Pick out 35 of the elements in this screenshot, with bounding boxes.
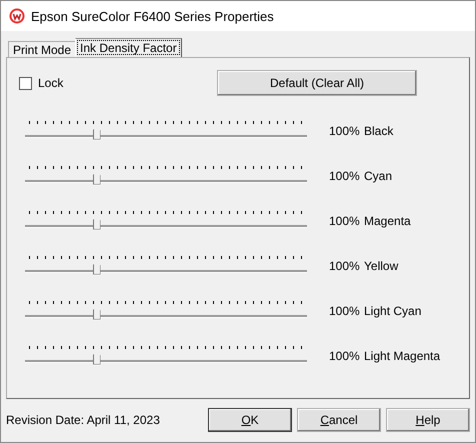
percent-reading: 100% bbox=[329, 168, 361, 182]
slider-thumb[interactable] bbox=[92, 306, 100, 320]
ink-name: Cyan bbox=[364, 168, 392, 182]
slider-thumb[interactable] bbox=[92, 262, 100, 274]
ink-name: Yellow bbox=[364, 258, 398, 272]
slider[interactable] bbox=[25, 298, 309, 322]
dialog-button[interactable]: OK bbox=[208, 408, 292, 432]
default-button[interactable]: Default (Clear All) bbox=[217, 70, 417, 96]
slider[interactable] bbox=[25, 164, 309, 188]
lock-label: Lock bbox=[38, 76, 64, 90]
percent-reading: 100% bbox=[329, 348, 361, 362]
percent-reading: 100% bbox=[329, 304, 361, 318]
percent-reading: 100% bbox=[329, 258, 361, 272]
tab[interactable]: Ink Density Factor bbox=[75, 38, 182, 57]
slider-thumb[interactable] bbox=[92, 352, 100, 364]
slider-thumb[interactable] bbox=[92, 172, 100, 184]
revision-date: Revision Date: April 11, 2023 bbox=[6, 413, 161, 427]
slider[interactable] bbox=[25, 118, 309, 142]
ink-name: Light Magenta bbox=[364, 348, 440, 362]
window-title: Epson SureColor F6400 Series Properties bbox=[31, 8, 274, 24]
slider[interactable] bbox=[25, 344, 309, 368]
ink-name: Magenta bbox=[364, 214, 411, 228]
ink-name: Light Cyan bbox=[364, 304, 422, 318]
percent-reading: 100% bbox=[329, 124, 361, 138]
slider[interactable] bbox=[25, 254, 309, 278]
percent-reading: 100% bbox=[329, 214, 361, 228]
slider-thumb[interactable] bbox=[92, 216, 100, 230]
ink-name: Black bbox=[364, 124, 394, 138]
lock-checkbox[interactable] bbox=[19, 76, 32, 90]
tab[interactable]: Print Mode bbox=[8, 41, 76, 57]
app-logo-icon bbox=[9, 8, 25, 24]
slider-thumb[interactable] bbox=[92, 126, 100, 140]
dialog-button[interactable]: Help bbox=[386, 408, 470, 432]
dialog-button[interactable]: Cancel bbox=[297, 408, 381, 432]
slider[interactable] bbox=[25, 208, 309, 232]
